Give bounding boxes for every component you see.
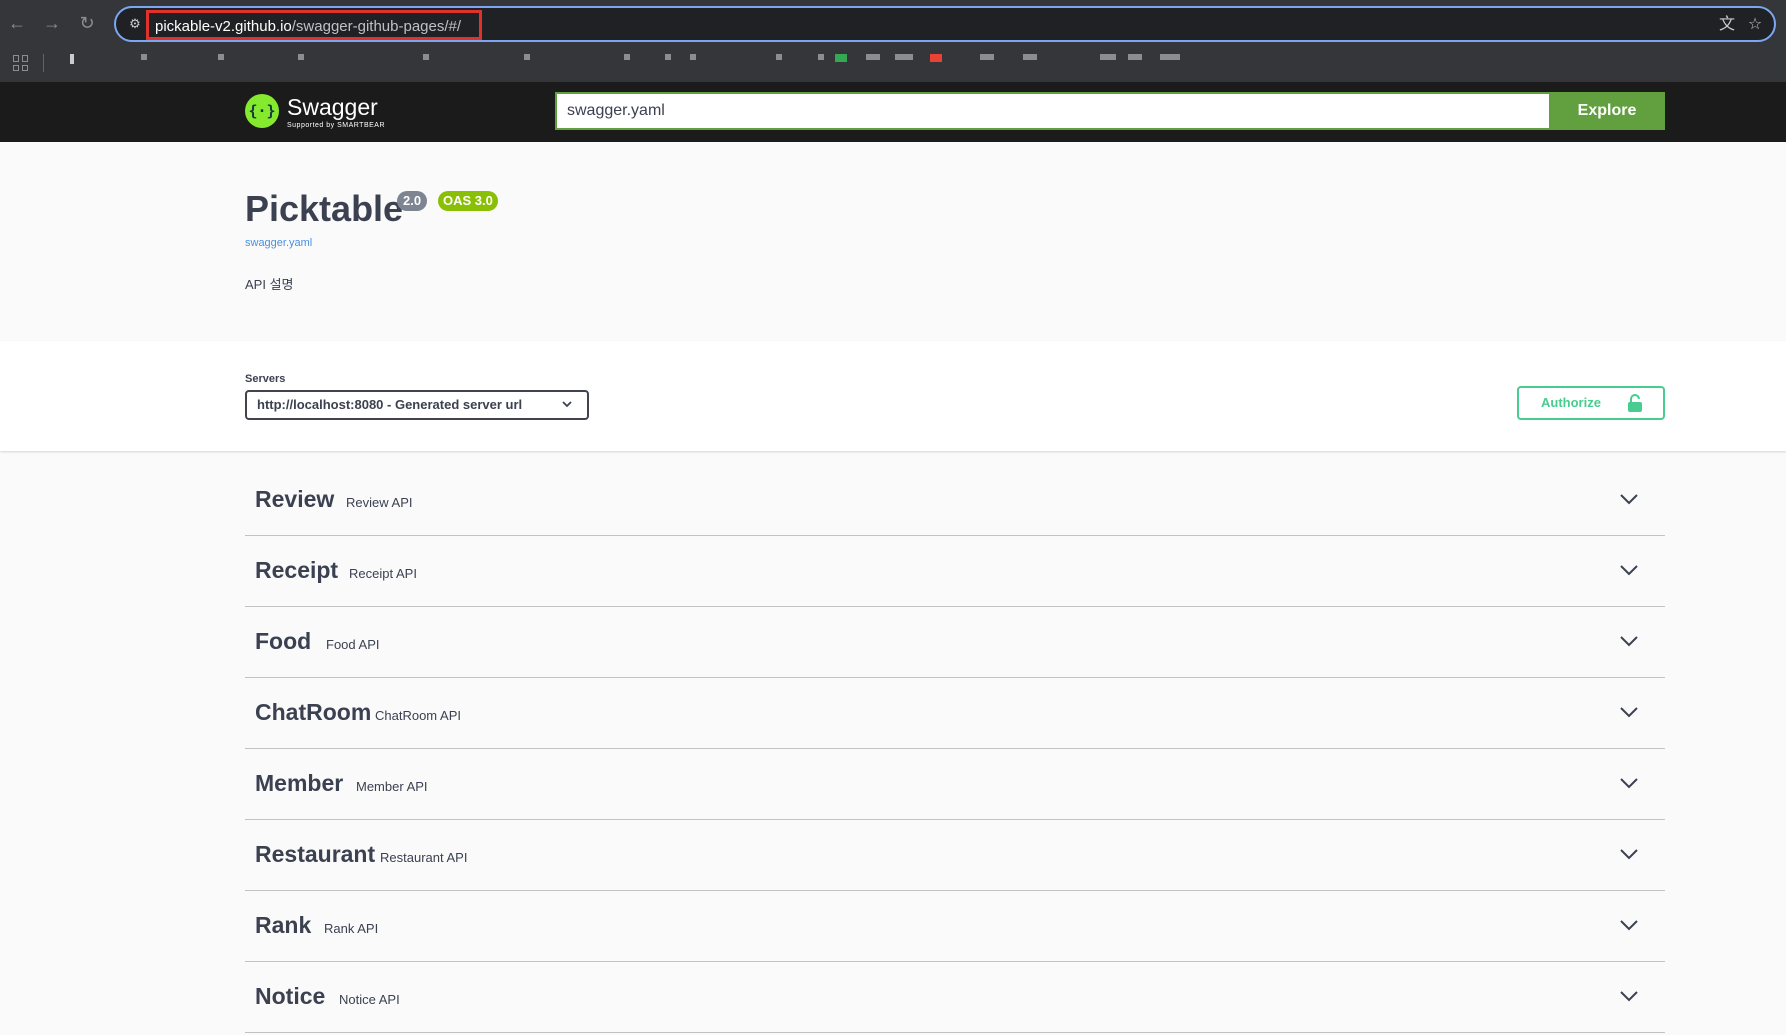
chevron-down-icon[interactable]	[1619, 631, 1639, 651]
bookmark-item[interactable]	[1128, 54, 1142, 60]
tag-name: Notice	[255, 983, 326, 1009]
tag-description: Receipt API	[349, 566, 417, 581]
bookmark-item[interactable]	[776, 54, 782, 60]
back-icon[interactable]: ←	[4, 10, 30, 36]
bookmark-item[interactable]	[524, 54, 530, 60]
bookmark-item[interactable]	[70, 54, 74, 64]
site-settings-icon[interactable]: ⚙	[126, 15, 144, 33]
api-description: API 설명	[245, 277, 294, 292]
tag-list: Review Review API Receipt Receipt API Food Fo…	[245, 465, 1665, 1033]
tag-section-rank[interactable]: Rank Rank API	[245, 891, 1665, 962]
oas-badge: OAS 3.0	[438, 191, 498, 211]
bookmark-item[interactable]	[1023, 54, 1037, 60]
bookmark-item[interactable]	[423, 54, 429, 60]
tag-section-receipt[interactable]: Receipt Receipt API	[245, 536, 1665, 607]
chevron-down-icon[interactable]	[1619, 773, 1639, 793]
translate-icon[interactable]: 文	[1716, 15, 1738, 35]
tag-section-restaurant[interactable]: Restaurant Restaurant API	[245, 820, 1665, 891]
bookmark-item[interactable]	[218, 54, 224, 60]
tag-description: Restaurant API	[380, 850, 468, 865]
reload-icon[interactable]: ↻	[74, 10, 100, 36]
chevron-down-icon	[561, 398, 573, 412]
chevron-down-icon[interactable]	[1619, 489, 1639, 509]
tag-section-food[interactable]: Food Food API	[245, 607, 1665, 678]
url-text[interactable]: pickable-v2.github.io/swagger-github-pag…	[155, 18, 461, 35]
tag-description: Review API	[346, 495, 413, 510]
tag-description: Rank API	[324, 921, 379, 936]
tag-name: Member	[255, 770, 344, 796]
explore-button[interactable]: Explore	[1549, 92, 1665, 130]
scheme-container: Servers http://localhost:8080 - Generate…	[0, 341, 1786, 451]
bookmark-item[interactable]	[665, 54, 671, 60]
browser-chrome: ← → ↻ ⚙ pickable-v2.github.io/swagger-gi…	[0, 0, 1786, 82]
swagger-logo-sub: Supported by SMARTBEAR	[287, 122, 386, 129]
tag-name: Restaurant	[255, 841, 376, 867]
bookmark-item[interactable]	[141, 54, 147, 60]
bookmark-item[interactable]	[298, 54, 304, 60]
chevron-down-icon[interactable]	[1619, 560, 1639, 580]
bookmark-item[interactable]	[624, 54, 630, 60]
unlock-icon	[1627, 393, 1643, 413]
tag-name: Review	[255, 486, 335, 512]
servers-select[interactable]: http://localhost:8080 - Generated server…	[245, 390, 589, 420]
star-icon[interactable]: ☆	[1744, 15, 1766, 35]
bookmarks-bar	[0, 46, 1786, 82]
version-badge: 2.0	[397, 191, 428, 211]
url-highlight-box: pickable-v2.github.io/swagger-github-pag…	[146, 10, 482, 40]
tag-name: Rank	[255, 912, 312, 938]
api-info: Picktable 2.0 OAS 3.0 swagger.yaml API 설…	[0, 142, 1786, 341]
chevron-down-icon[interactable]	[1619, 915, 1639, 935]
address-bar[interactable]: ⚙ pickable-v2.github.io/swagger-github-p…	[114, 6, 1776, 42]
swagger-logo-word: Swagger	[287, 94, 378, 120]
tag-description: ChatRoom API	[375, 708, 461, 723]
authorize-button[interactable]: Authorize	[1517, 386, 1665, 420]
bookmark-item[interactable]	[980, 54, 994, 60]
tag-section-chatroom[interactable]: ChatRoom ChatRoom API	[245, 678, 1665, 749]
bookmark-item[interactable]	[1100, 54, 1116, 60]
swagger-topbar: {·} Swagger Supported by SMARTBEAR Explo…	[0, 82, 1786, 142]
authorize-label: Authorize	[1541, 395, 1601, 410]
tag-section-notice[interactable]: Notice Notice API	[245, 962, 1665, 1033]
spec-url-input[interactable]	[555, 92, 1550, 130]
tag-name: Food	[255, 628, 312, 654]
bookmark-item[interactable]	[866, 54, 880, 60]
chevron-down-icon[interactable]	[1619, 844, 1639, 864]
tag-description: Food API	[326, 637, 380, 652]
chevron-down-icon[interactable]	[1619, 702, 1639, 722]
tag-description: Notice API	[339, 992, 400, 1007]
explore-form: Explore	[555, 92, 1665, 130]
servers-label: Servers	[245, 373, 286, 385]
servers-selected-value: http://localhost:8080 - Generated server…	[257, 397, 523, 412]
tag-name: ChatRoom	[255, 699, 372, 725]
bookmark-item[interactable]	[1160, 54, 1180, 60]
swagger-logo-icon: {·}	[245, 94, 279, 128]
tag-name: Receipt	[255, 557, 339, 583]
bookmark-item[interactable]	[690, 54, 696, 60]
page-title: Picktable	[245, 188, 404, 229]
bookmark-item[interactable]	[818, 54, 824, 60]
bookmarks-divider	[43, 54, 44, 72]
chevron-down-icon[interactable]	[1619, 986, 1639, 1006]
apps-grid-icon[interactable]	[13, 55, 29, 71]
bookmark-item[interactable]	[930, 54, 942, 62]
bookmark-item[interactable]	[895, 54, 913, 60]
forward-icon[interactable]: →	[39, 10, 65, 36]
tag-description: Member API	[356, 779, 428, 794]
tag-section-review[interactable]: Review Review API	[245, 465, 1665, 536]
bookmark-item[interactable]	[835, 54, 847, 62]
url-host: pickable-v2.github.io	[155, 18, 292, 35]
tag-section-member[interactable]: Member Member API	[245, 749, 1665, 820]
spec-link[interactable]: swagger.yaml	[245, 237, 312, 249]
url-path: /swagger-github-pages/#/	[291, 18, 462, 35]
